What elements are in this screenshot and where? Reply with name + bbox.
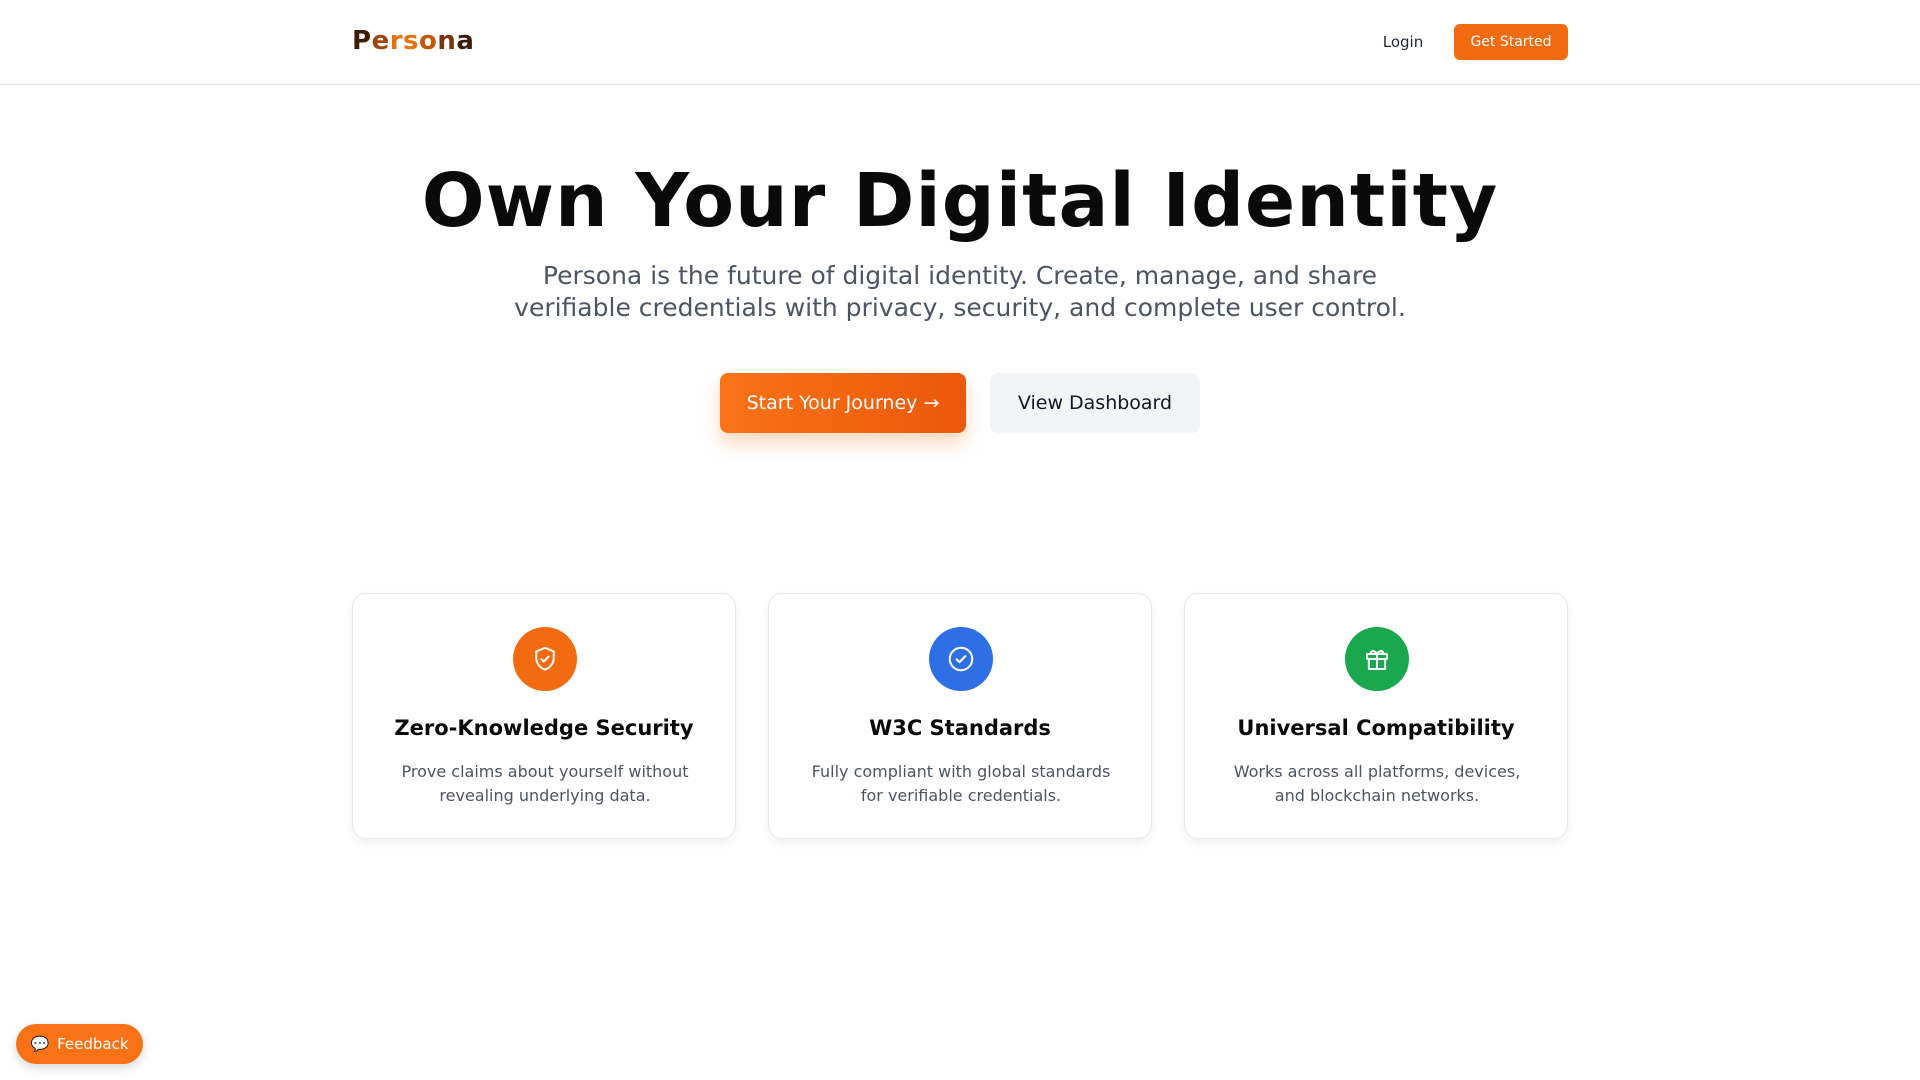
get-started-button[interactable]: Get Started xyxy=(1454,24,1568,60)
login-link[interactable]: Login xyxy=(1372,27,1434,57)
logo-letter: P xyxy=(352,26,372,56)
feature-description-line: revealing underlying data. xyxy=(439,786,651,805)
feature-description: Fully compliant with global standards fo… xyxy=(801,760,1121,808)
feature-description-line: for verifiable credentials. xyxy=(860,786,1062,805)
logo[interactable]: Persona xyxy=(352,26,474,56)
feature-description: Prove claims about yourself without reve… xyxy=(385,760,705,808)
feature-card-security: Zero-Knowledge Security Prove claims abo… xyxy=(352,593,736,839)
feature-description-line: and blockchain networks. xyxy=(1274,786,1480,805)
shield-check-icon xyxy=(513,627,577,691)
logo-letter: o xyxy=(419,26,438,56)
hero-subtitle: Persona is the future of digital identit… xyxy=(510,260,1410,324)
feature-description-line: Fully compliant with global standards xyxy=(811,762,1111,781)
logo-letter: rs xyxy=(389,26,420,56)
feature-description-line: Prove claims about yourself without xyxy=(401,762,689,781)
logo-letter: n xyxy=(437,26,457,56)
feature-description-line: Works across all platforms, devices, xyxy=(1233,762,1521,781)
feature-title: W3C Standards xyxy=(869,716,1051,740)
check-circle-icon xyxy=(929,627,993,691)
start-journey-button[interactable]: Start Your Journey → xyxy=(720,373,966,433)
hero-title: Own Your Digital Identity xyxy=(421,158,1499,244)
feedback-label: Feedback xyxy=(57,1035,129,1053)
feature-description: Works across all platforms, devices, and… xyxy=(1217,760,1537,808)
chat-bubble-icon: 💬 xyxy=(30,1035,50,1053)
feedback-button[interactable]: 💬 Feedback xyxy=(16,1024,143,1064)
top-nav: Persona Login Get Started xyxy=(0,0,1920,85)
gift-icon xyxy=(1345,627,1409,691)
logo-letter: a xyxy=(456,26,475,56)
view-dashboard-button[interactable]: View Dashboard xyxy=(990,373,1200,433)
hero-subtitle-line: Persona is the future of digital identit… xyxy=(542,261,1378,290)
feature-title: Zero-Knowledge Security xyxy=(394,716,694,740)
feature-title: Universal Compatibility xyxy=(1237,716,1515,740)
feature-card-standards: W3C Standards Fully compliant with globa… xyxy=(768,593,1152,839)
hero-subtitle-line: verifiable credentials with privacy, sec… xyxy=(514,293,1406,322)
feature-card-compatibility: Universal Compatibility Works across all… xyxy=(1184,593,1568,839)
logo-letter: e xyxy=(371,26,390,56)
